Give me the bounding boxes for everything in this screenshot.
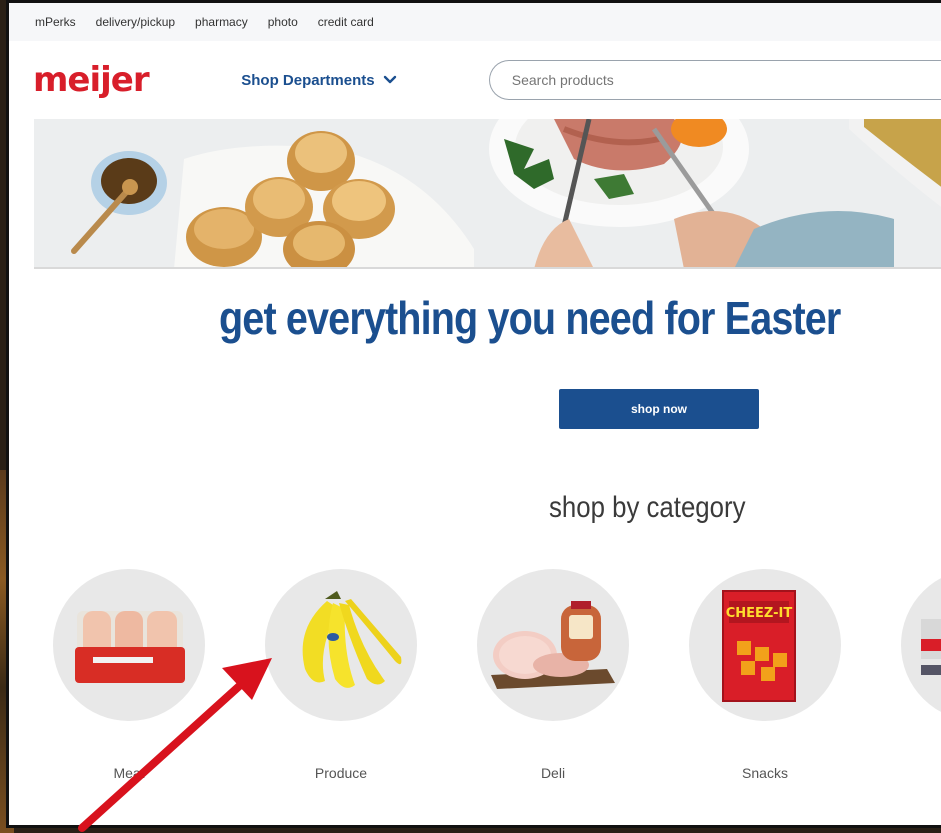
category-label-deli[interactable]: Deli [477, 765, 629, 781]
category-deli-image[interactable] [477, 569, 629, 721]
svg-text:CHEEZ-IT: CHEEZ-IT [726, 606, 793, 621]
hero-divider [34, 267, 941, 269]
category-produce-image[interactable] [265, 569, 417, 721]
search-input[interactable] [511, 72, 941, 88]
hero-headline: get everything you need for Easter [219, 292, 841, 344]
utility-link-mperks[interactable]: mPerks [35, 15, 76, 29]
category-meat[interactable]: Meat [53, 569, 205, 781]
utility-link-pharmacy[interactable]: pharmacy [195, 15, 248, 29]
category-label-snacks[interactable]: Snacks [689, 765, 841, 781]
product-photo-partial [921, 619, 941, 675]
category-label-meat[interactable]: Meat [53, 765, 205, 781]
bananas-photo [302, 591, 402, 688]
utility-link-delivery-pickup[interactable]: delivery/pickup [96, 15, 175, 29]
hero-banner-image[interactable] [34, 119, 941, 269]
chevron-down-icon [383, 75, 396, 84]
category-label-produce[interactable]: Produce [265, 765, 417, 781]
browser-viewport: mPerks delivery/pickup pharmacy photo cr… [6, 0, 941, 828]
category-deli[interactable]: Deli [477, 569, 629, 781]
easter-food-photo [34, 119, 941, 269]
site-header: meijer Shop Departments [9, 41, 941, 119]
deli-ham-photo [491, 601, 615, 689]
utility-link-credit-card[interactable]: credit card [318, 15, 374, 29]
shop-departments-button[interactable]: Shop Departments [241, 72, 489, 89]
shop-now-button[interactable]: shop now [559, 389, 759, 429]
category-next-partial[interactable] [901, 569, 941, 721]
utility-link-photo[interactable]: photo [268, 15, 298, 29]
shop-by-category-title: shop by category [549, 491, 746, 524]
meijer-logo[interactable]: meijer [33, 60, 241, 100]
utility-nav: mPerks delivery/pickup pharmacy photo cr… [9, 3, 941, 41]
cheez-it-box-photo: CHEEZ-IT [722, 590, 796, 702]
category-produce[interactable]: Produce [265, 569, 417, 781]
category-meat-image[interactable] [53, 569, 205, 721]
category-snacks[interactable]: CHEEZ-IT Snacks [689, 569, 841, 781]
category-snacks-image[interactable]: CHEEZ-IT [689, 569, 841, 721]
chicken-package-photo [75, 611, 185, 683]
search-field[interactable] [488, 60, 941, 100]
shop-departments-label: Shop Departments [241, 71, 375, 89]
category-next-image[interactable] [901, 569, 941, 721]
